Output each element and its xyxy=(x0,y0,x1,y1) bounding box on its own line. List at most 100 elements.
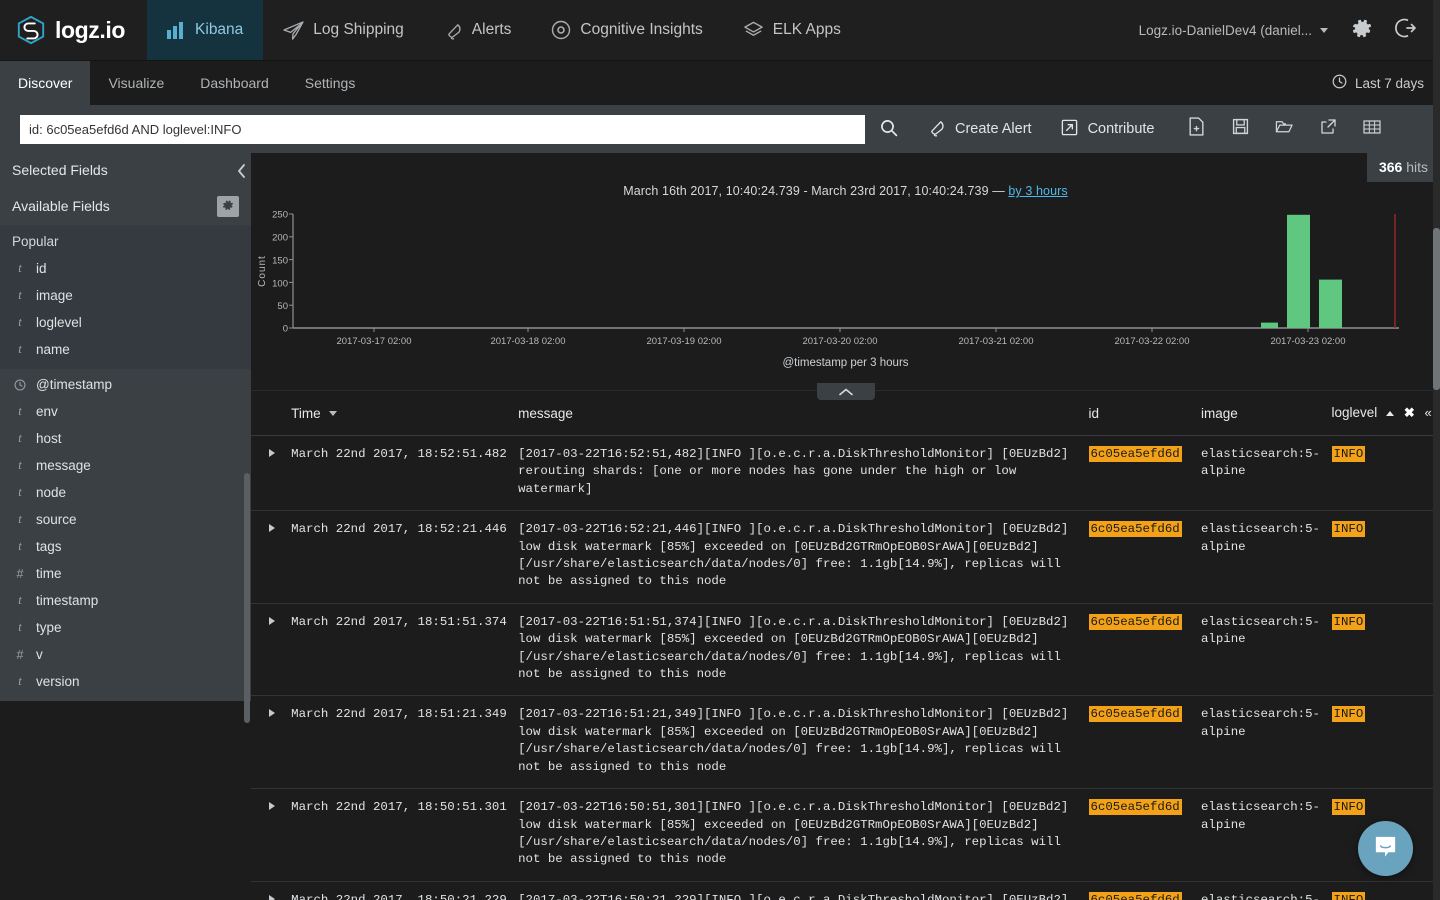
gear-icon xyxy=(1351,17,1373,44)
available-fields-header[interactable]: Available Fields xyxy=(0,187,251,225)
selected-fields-header[interactable]: Selected Fields xyxy=(0,153,251,187)
sidebar-collapse-button[interactable] xyxy=(234,161,248,181)
field-type-string-icon: t xyxy=(18,261,22,275)
cell-image: elasticsearch:5- xyxy=(1200,881,1332,900)
field-name: time xyxy=(36,566,62,581)
nav-item-kibana[interactable]: Kibana xyxy=(147,0,264,60)
histogram-chart[interactable]: 250 200 150 100 50 0 Count 2017-03-17 02… xyxy=(251,206,1440,369)
table-row[interactable]: March 22nd 2017, 18:51:21.349 [2017-03-2… xyxy=(251,695,1440,790)
field-item-node[interactable]: t node xyxy=(0,479,251,506)
expand-row-icon[interactable] xyxy=(269,709,275,718)
move-left-icon[interactable]: « xyxy=(1425,405,1432,420)
expand-column-header xyxy=(251,391,292,436)
expand-row-icon[interactable] xyxy=(269,894,275,900)
field-item-image[interactable]: t image xyxy=(0,282,251,309)
field-item-type[interactable]: t type xyxy=(0,614,251,641)
column-header-time[interactable]: Time xyxy=(291,391,519,436)
nav-item-label: Cognitive Insights xyxy=(580,21,703,38)
sub-navigation-tabs: Discover Visualize Dashboard Settings La… xyxy=(0,61,1440,112)
table-row[interactable]: March 22nd 2017, 18:51:51.374 [2017-03-2… xyxy=(251,603,1440,697)
column-header-message[interactable]: message xyxy=(518,391,1089,436)
highlighted-value: 6c05ea5efd6d xyxy=(1088,613,1182,630)
account-name: Logz.io-DanielDev4 (daniel... xyxy=(1138,22,1312,38)
page-scrollbar[interactable] xyxy=(1433,0,1440,900)
save-button[interactable] xyxy=(1218,105,1262,153)
tab-discover[interactable]: Discover xyxy=(0,61,91,112)
nav-item-label: Alerts xyxy=(471,21,512,38)
tab-settings[interactable]: Settings xyxy=(287,61,374,105)
table-grid-icon xyxy=(1363,119,1382,140)
svg-text:2017-03-20 02:00: 2017-03-20 02:00 xyxy=(802,336,877,347)
field-item-timestamp-str[interactable]: t timestamp xyxy=(0,587,251,614)
field-settings-button[interactable] xyxy=(217,195,239,217)
new-document-button[interactable] xyxy=(1174,105,1218,153)
chart-collapse-handle[interactable] xyxy=(816,383,875,400)
expand-row-icon[interactable] xyxy=(269,802,275,811)
column-header-id[interactable]: id xyxy=(1088,391,1201,436)
chat-launcher-button[interactable] xyxy=(1358,821,1413,876)
settings-button[interactable] xyxy=(1340,8,1384,52)
tab-visualize[interactable]: Visualize xyxy=(90,61,182,105)
share-button[interactable] xyxy=(1306,105,1350,153)
page-scrollbar-thumb[interactable] xyxy=(1433,228,1440,390)
hits-label: hits xyxy=(1406,159,1428,175)
field-item-tags[interactable]: t tags xyxy=(0,533,251,560)
field-item-timestamp[interactable]: @timestamp xyxy=(0,371,251,398)
nav-item-alerts[interactable]: Alerts xyxy=(424,0,532,60)
cell-image: elasticsearch:5-alpine xyxy=(1200,435,1332,512)
logout-button[interactable] xyxy=(1384,8,1428,52)
nav-item-cognitive-insights[interactable]: Cognitive Insights xyxy=(531,0,722,60)
table-view-button[interactable] xyxy=(1350,105,1394,153)
brand-logo-link[interactable]: logz.io xyxy=(0,0,147,60)
table-row[interactable]: March 22nd 2017, 18:52:51.482 [2017-03-2… xyxy=(251,435,1440,512)
row-expand-cell[interactable] xyxy=(251,435,292,512)
time-range-picker[interactable]: Last 7 days xyxy=(1316,61,1440,105)
expand-row-icon[interactable] xyxy=(269,616,275,625)
search-submit-button[interactable] xyxy=(865,114,913,144)
cell-image: elasticsearch:5-alpine xyxy=(1200,510,1332,604)
field-item-v[interactable]: # v xyxy=(0,641,251,668)
open-button[interactable] xyxy=(1262,105,1306,153)
column-header-image[interactable]: image xyxy=(1200,391,1332,436)
remove-column-icon[interactable]: ✖ xyxy=(1404,405,1415,420)
available-fields-label: Available Fields xyxy=(12,198,110,214)
field-item-env[interactable]: t env xyxy=(0,398,251,425)
field-item-loglevel[interactable]: t loglevel xyxy=(0,309,251,336)
tab-dashboard[interactable]: Dashboard xyxy=(182,61,287,105)
row-expand-cell[interactable] xyxy=(251,603,292,697)
svg-text:2017-03-19 02:00: 2017-03-19 02:00 xyxy=(646,336,721,347)
field-item-host[interactable]: t host xyxy=(0,425,251,452)
field-item-version[interactable]: t version xyxy=(0,668,251,695)
table-row[interactable]: March 22nd 2017, 18:50:21.229 [2017-03-2… xyxy=(251,881,1440,900)
row-expand-cell[interactable] xyxy=(251,695,292,790)
nav-item-elk-apps[interactable]: ELK Apps xyxy=(723,0,861,60)
field-name: source xyxy=(36,512,77,527)
field-item-message[interactable]: t message xyxy=(0,452,251,479)
search-input[interactable] xyxy=(20,114,865,144)
popular-fields-group: Popular t id t image t loglevel t name xyxy=(0,225,251,369)
chart-title: March 16th 2017, 10:40:24.739 - March 23… xyxy=(251,153,1440,198)
sidebar-empty-space xyxy=(0,701,251,900)
contribute-button[interactable]: Contribute xyxy=(1046,105,1169,153)
chart-interval-link[interactable]: by 3 hours xyxy=(1008,184,1067,198)
row-expand-cell[interactable] xyxy=(251,788,292,882)
available-fields-group: @timestamp t env t host t message t node xyxy=(0,369,251,699)
sort-descending-icon[interactable] xyxy=(329,411,338,417)
fields-sidebar: Selected Fields Available Fields Popular xyxy=(0,153,251,900)
row-expand-cell[interactable] xyxy=(251,881,292,900)
field-item-time[interactable]: # time xyxy=(0,560,251,587)
expand-row-icon[interactable] xyxy=(269,449,275,457)
table-row[interactable]: March 22nd 2017, 18:52:21.446 [2017-03-2… xyxy=(251,510,1440,604)
field-item-source[interactable]: t source xyxy=(0,506,251,533)
sort-ascending-icon[interactable] xyxy=(1386,410,1395,416)
sidebar-scrollbar-thumb[interactable] xyxy=(244,473,250,723)
field-item-id[interactable]: t id xyxy=(0,255,251,282)
column-header-loglevel[interactable]: loglevel ✖ « xyxy=(1331,391,1440,436)
table-row[interactable]: March 22nd 2017, 18:50:51.301 [2017-03-2… xyxy=(251,788,1440,882)
row-expand-cell[interactable] xyxy=(251,510,292,604)
create-alert-button[interactable]: Create Alert xyxy=(913,105,1046,153)
field-item-name[interactable]: t name xyxy=(0,336,251,363)
account-menu[interactable]: Logz.io-DanielDev4 (daniel... xyxy=(1127,23,1340,38)
nav-item-log-shipping[interactable]: Log Shipping xyxy=(263,0,424,60)
expand-row-icon[interactable] xyxy=(269,524,275,533)
